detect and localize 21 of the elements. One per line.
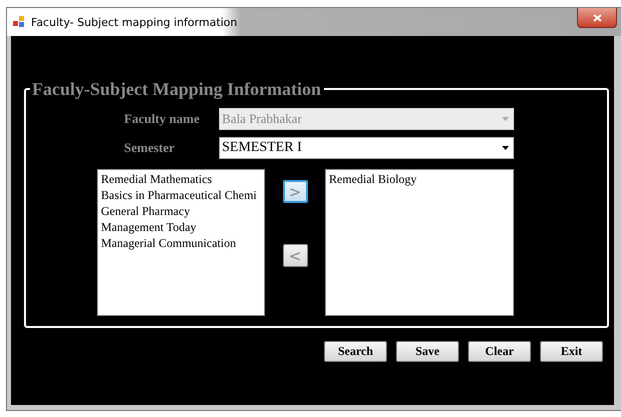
- field-label: Semester: [123, 140, 176, 156]
- close-button[interactable]: [577, 8, 617, 28]
- list-item[interactable]: Basics in Pharmaceutical Chemi: [101, 187, 261, 203]
- action-button[interactable]: Save: [396, 341, 459, 362]
- combo-value: SEMESTER I: [222, 140, 303, 156]
- close-icon: [592, 14, 602, 22]
- list-item[interactable]: Management Today: [101, 219, 261, 235]
- app-icon: [13, 16, 25, 28]
- window-title: Faculty- Subject mapping information: [31, 16, 238, 28]
- action-button[interactable]: Clear: [468, 341, 531, 362]
- list-item[interactable]: Remedial Mathematics: [101, 171, 261, 187]
- field-label: Faculty name: [123, 111, 200, 127]
- action-button[interactable]: Search: [324, 341, 387, 362]
- caret-icon: [502, 146, 509, 150]
- caret-icon: [502, 117, 509, 121]
- dropdown[interactable]: SEMESTER I: [219, 137, 514, 159]
- combo-value: Bala Prabhakar: [222, 111, 303, 127]
- list-item[interactable]: Remedial Biology: [329, 171, 510, 187]
- list-item[interactable]: General Pharmacy: [101, 203, 261, 219]
- list-item[interactable]: Managerial Communication: [101, 235, 261, 251]
- action-button[interactable]: Exit: [540, 341, 603, 362]
